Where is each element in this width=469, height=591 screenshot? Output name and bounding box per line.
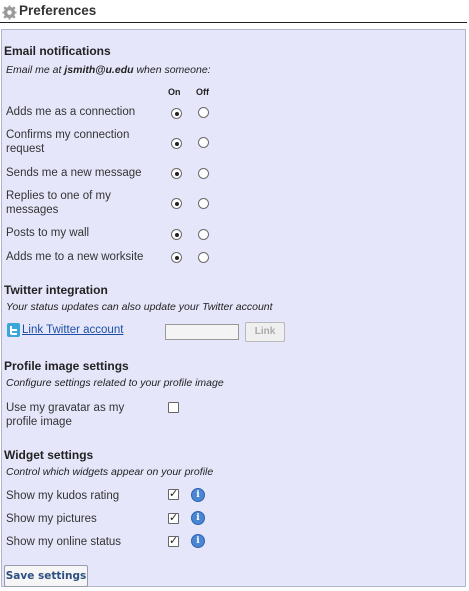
gravatar-label: Use my gravatar as my profile image (6, 402, 125, 428)
twitter-section-title: Twitter integration (4, 283, 108, 297)
email-option-off-radio[interactable] (198, 198, 209, 209)
widget-option-label: Show my pictures (6, 513, 97, 525)
twitter-account-input[interactable] (165, 324, 239, 340)
email-option-off-radio[interactable] (198, 229, 209, 240)
widget-section-subtitle: Control which widgets appear on your pro… (6, 466, 214, 478)
email-subtitle-suffix: when someone: (133, 64, 211, 76)
gear-icon (2, 5, 17, 20)
email-option-on-radio[interactable] (171, 229, 182, 240)
email-address: jsmith@u.edu (64, 64, 134, 76)
email-option-on-radio[interactable] (171, 138, 182, 149)
info-icon[interactable]: i (191, 534, 205, 548)
column-on-header: On (168, 87, 181, 97)
email-option-label: Sends me a new message (6, 167, 142, 179)
info-icon[interactable]: i (191, 488, 205, 502)
link-twitter-account-link[interactable]: Link Twitter account (22, 324, 123, 336)
twitter-section-subtitle: Your status updates can also update your… (6, 301, 273, 313)
email-option-on-radio[interactable] (171, 108, 182, 119)
profile-image-section-subtitle: Configure settings related to your profi… (6, 377, 224, 389)
email-option-on-radio[interactable] (171, 252, 182, 263)
kudos-rating-checkbox[interactable] (168, 487, 179, 500)
profile-image-section-title: Profile image settings (4, 359, 129, 373)
email-option-label: Confirms my connection request (6, 129, 130, 155)
pictures-checkbox[interactable] (168, 511, 179, 524)
page-header: Preferences (0, 0, 469, 24)
email-option-label: Adds me to a new worksite (6, 251, 144, 263)
email-option-on-radio[interactable] (171, 168, 182, 179)
email-section-subtitle: Email me at jsmith@u.edu when someone: (6, 64, 211, 76)
header-divider (0, 22, 467, 23)
column-off-header: Off (196, 87, 209, 97)
widget-option-label: Show my online status (6, 536, 122, 548)
preferences-panel: Email notifications Email me at jsmith@u… (1, 29, 466, 587)
email-option-label: Posts to my wall (6, 227, 90, 239)
email-option-label: Replies to one of my messages (6, 190, 111, 216)
link-twitter-button[interactable]: Link (245, 322, 285, 342)
twitter-icon (7, 323, 20, 337)
online-status-checkbox[interactable] (168, 534, 179, 547)
email-subtitle-prefix: Email me at (6, 64, 65, 76)
email-option-label: Adds me as a connection (6, 106, 136, 118)
email-option-off-radio[interactable] (198, 252, 209, 263)
email-option-off-radio[interactable] (198, 107, 209, 118)
email-option-off-radio[interactable] (198, 168, 209, 179)
email-option-off-radio[interactable] (198, 137, 209, 148)
widget-option-label: Show my kudos rating (6, 490, 120, 502)
gravatar-checkbox[interactable] (168, 402, 179, 413)
page-title: Preferences (19, 3, 97, 18)
save-settings-button[interactable]: Save settings (4, 565, 88, 587)
widget-section-title: Widget settings (4, 448, 94, 462)
email-section-title: Email notifications (4, 44, 111, 58)
email-option-on-radio[interactable] (171, 198, 182, 209)
info-icon[interactable]: i (191, 511, 205, 525)
